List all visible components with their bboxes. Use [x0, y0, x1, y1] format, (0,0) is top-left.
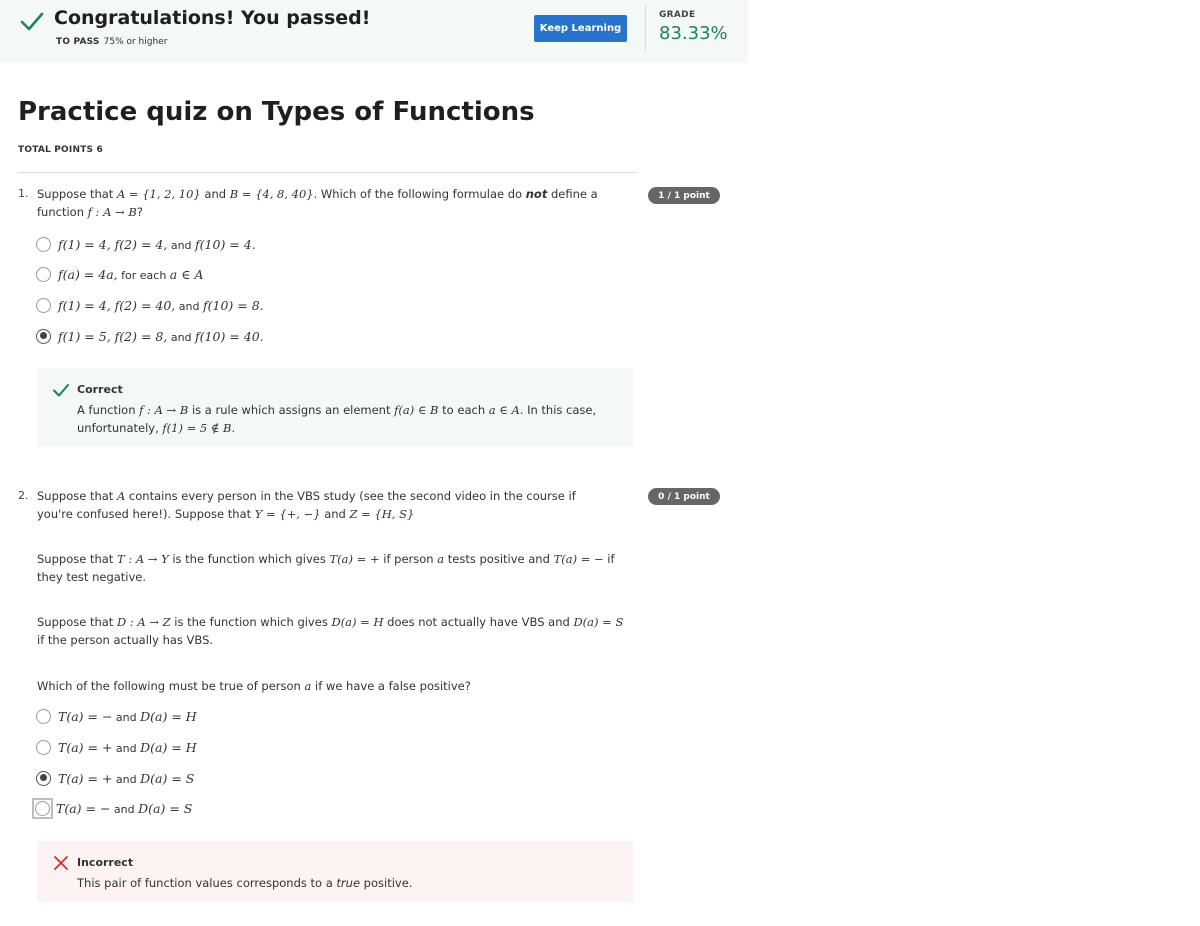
radio-button[interactable]: [36, 266, 51, 282]
radio-button[interactable]: [35, 800, 50, 816]
keep-learning-button[interactable]: Keep Learning: [534, 15, 627, 42]
to-pass-label: TO PASS: [56, 37, 100, 47]
question-number: 1.: [18, 187, 29, 200]
checkmark-icon: [53, 384, 69, 397]
points-badge: 1 / 1 point: [648, 187, 720, 204]
feedback-correct: Correct A function f : A → B is a rule w…: [37, 368, 633, 447]
answer-option[interactable]: f(1) = 4, f(2) = 4, and f(10) = 4.: [34, 233, 256, 255]
question-text: Suppose that A = {1, 2, 10} and B = {4, …: [37, 187, 598, 219]
feedback-text: This pair of function values corresponds…: [77, 876, 413, 890]
answer-option[interactable]: T(a) = + and D(a) = H: [34, 736, 197, 758]
page-title: Practice quiz on Types of Functions: [18, 97, 535, 127]
close-icon: [54, 856, 68, 870]
feedback-status: Correct: [77, 383, 123, 396]
answer-option[interactable]: f(1) = 4, f(2) = 40, and f(10) = 8.: [34, 294, 264, 316]
radio-button[interactable]: [36, 739, 51, 755]
question-paragraph: Suppose that T : A → Y is the function w…: [37, 552, 615, 584]
banner-divider: [645, 4, 646, 53]
pass-threshold: TO PASS 75% or higher: [56, 37, 167, 47]
radio-button[interactable]: [36, 708, 51, 724]
radio-button[interactable]: [36, 236, 51, 252]
answer-option-selected[interactable]: f(1) = 5, f(2) = 8, and f(10) = 40.: [34, 325, 264, 347]
question-number: 2.: [18, 489, 29, 502]
answer-option[interactable]: T(a) = − and D(a) = H: [34, 705, 197, 727]
divider: [18, 172, 636, 173]
radio-focus-ring[interactable]: [32, 797, 53, 819]
banner-title: Congratulations! You passed!: [54, 7, 371, 29]
total-points: TOTAL POINTS 6: [18, 145, 104, 155]
question-paragraph: Which of the following must be true of p…: [37, 679, 471, 693]
checkmark-icon: [20, 12, 44, 31]
question-paragraph: Suppose that D : A → Z is the function w…: [37, 615, 624, 647]
points-badge: 0 / 1 point: [648, 488, 720, 505]
grade-label: GRADE: [659, 10, 696, 20]
radio-button-selected[interactable]: [36, 770, 51, 786]
grade-value: 83.33%: [659, 23, 728, 44]
to-pass-value: 75% or higher: [103, 37, 168, 47]
feedback-text: A function f : A → B is a rule which ass…: [77, 403, 597, 435]
feedback-incorrect: Incorrect This pair of function values c…: [37, 841, 633, 902]
answer-option-focused[interactable]: T(a) = − and D(a) = S: [32, 797, 192, 819]
feedback-status: Incorrect: [77, 856, 134, 869]
answer-option-selected[interactable]: T(a) = + and D(a) = S: [34, 767, 194, 789]
radio-button[interactable]: [36, 297, 51, 313]
answer-option[interactable]: f(a) = 4a, for each a ∈ A: [34, 263, 203, 285]
pass-banner: Congratulations! You passed! TO PASS 75% …: [0, 0, 748, 63]
radio-button-selected[interactable]: [36, 328, 51, 344]
question-text: Suppose that A contains every person in …: [37, 489, 576, 521]
